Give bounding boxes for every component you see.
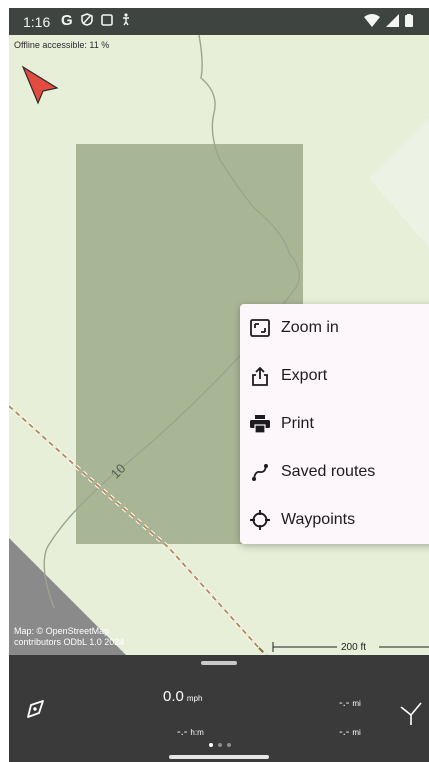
menu-item-zoom-in[interactable]: Zoom in <box>240 304 429 352</box>
google-icon: G <box>61 12 73 29</box>
print-icon <box>249 413 271 435</box>
speed-readout: 0.0 mph <box>163 688 202 705</box>
page-indicator[interactable] <box>209 743 231 747</box>
time-unit: h:m <box>190 728 204 737</box>
menu-item-label: Saved routes <box>281 463 376 480</box>
distance2-value: -.- <box>339 726 350 738</box>
zoom-in-icon <box>249 317 271 339</box>
page-dot-active <box>209 743 213 747</box>
direction-icon[interactable] <box>399 701 423 730</box>
menu-item-label: Export <box>281 367 328 384</box>
map-attribution[interactable]: Map: © OpenStreetMap contributors ODbL 1… <box>14 626 124 648</box>
status-time: 1:16 <box>23 14 51 30</box>
shield-icon <box>80 12 93 29</box>
distance-readout: -.- mi <box>339 697 361 709</box>
phone-screen: 1:16 G 10 Offline accessible: 11 % Zoom … <box>9 8 429 762</box>
page-dot <box>227 743 231 747</box>
bottom-info-panel[interactable]: 0.0 mph -.- mi -.- h:m -.- mi <box>9 655 429 762</box>
scale-label: 200 ft <box>341 642 366 653</box>
distance2-unit: mi <box>352 728 361 737</box>
scale-bar: 200 ft <box>272 642 429 653</box>
drag-handle[interactable] <box>201 661 237 665</box>
status-bar: 1:16 G <box>9 8 429 35</box>
wifi-icon <box>364 14 380 30</box>
menu-item-label: Zoom in <box>281 319 339 336</box>
waypoint-icon <box>249 509 271 531</box>
battery-icon <box>405 14 413 30</box>
speed-value: 0.0 <box>163 688 184 705</box>
menu-item-label: Waypoints <box>281 511 356 528</box>
route-icon <box>249 461 271 483</box>
menu-item-waypoints[interactable]: Waypoints <box>240 496 429 544</box>
distance-unit: mi <box>352 699 361 708</box>
menu-item-export[interactable]: Export <box>240 352 429 400</box>
accessibility-icon <box>121 12 131 29</box>
time-readout: -.- h:m <box>177 726 204 738</box>
menu-item-label: Print <box>281 415 314 432</box>
signal-icon <box>386 14 399 30</box>
screen-icon <box>100 13 113 29</box>
distance2-readout: -.- mi <box>339 726 361 738</box>
overflow-menu: Zoom in Export Print Saved routes Waypoi… <box>240 304 429 544</box>
menu-item-print[interactable]: Print <box>240 400 429 448</box>
speed-unit: mph <box>186 694 203 703</box>
track-icon[interactable] <box>25 699 45 724</box>
export-icon <box>249 365 271 387</box>
menu-item-saved-routes[interactable]: Saved routes <box>240 448 429 496</box>
distance-value: -.- <box>339 697 350 709</box>
attribution-line: Map: © OpenStreetMap <box>14 626 110 636</box>
offline-status: Offline accessible: 11 % <box>14 40 110 50</box>
attribution-line: contributors ODbL 1.0 2024 <box>14 637 125 647</box>
time-value: -.- <box>177 726 188 738</box>
gesture-bar[interactable] <box>169 755 269 759</box>
page-dot <box>218 743 222 747</box>
